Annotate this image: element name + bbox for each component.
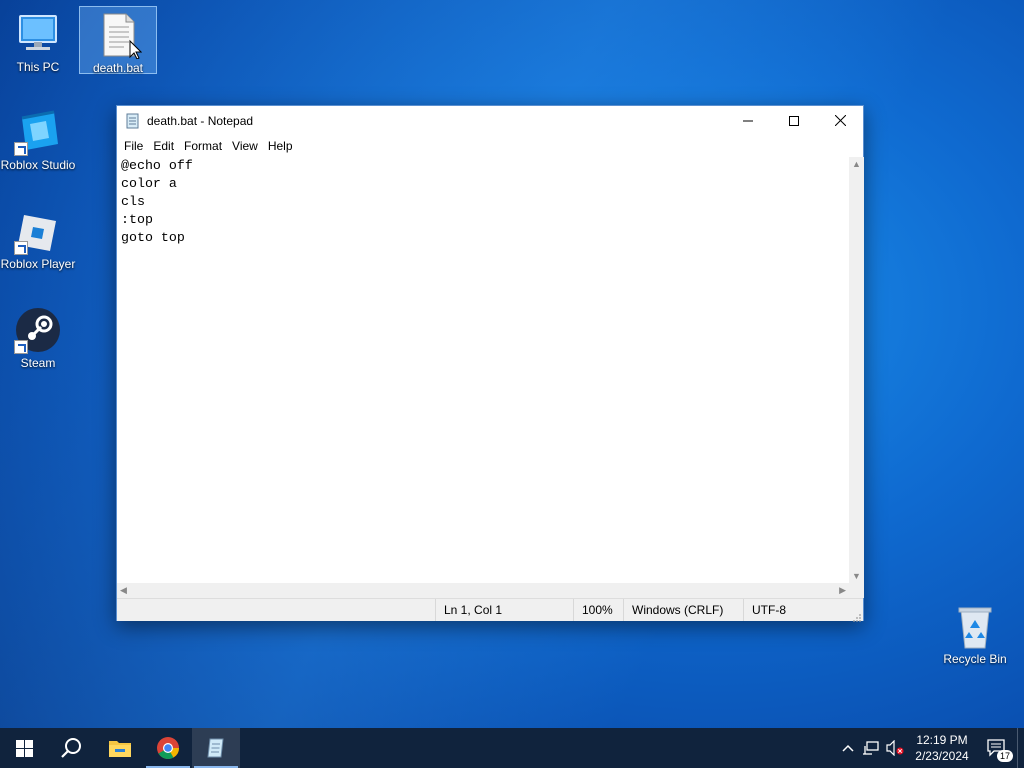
clock-date: 2/23/2024 bbox=[915, 749, 969, 763]
roblox-player-icon bbox=[14, 207, 62, 255]
desktop-icon-label: Roblox Player bbox=[0, 257, 76, 271]
batch-file-icon bbox=[94, 11, 143, 60]
chrome-icon bbox=[157, 737, 179, 759]
taskbar: 12:19 PM 2/23/2024 17 bbox=[0, 728, 1024, 768]
menu-view[interactable]: View bbox=[227, 135, 263, 157]
scroll-left-icon[interactable]: ◀ bbox=[120, 585, 127, 596]
menu-help[interactable]: Help bbox=[263, 135, 298, 157]
shortcut-arrow-icon bbox=[14, 340, 28, 354]
search-icon bbox=[61, 738, 81, 758]
status-bar: Ln 1, Col 1 100% Windows (CRLF) UTF-8 bbox=[117, 598, 863, 622]
vertical-scrollbar[interactable]: ▲ ▼ bbox=[849, 157, 864, 583]
clock-time: 12:19 PM bbox=[916, 733, 968, 747]
editor-line: cls bbox=[121, 194, 145, 209]
scroll-right-icon[interactable]: ▶ bbox=[839, 585, 846, 596]
close-icon bbox=[834, 115, 846, 126]
shortcut-arrow-icon bbox=[14, 241, 28, 255]
desktop-icon-label: Roblox Studio bbox=[0, 158, 76, 172]
steam-icon bbox=[14, 306, 62, 354]
menu-format[interactable]: Format bbox=[179, 135, 227, 157]
desktop-icon-label: Recycle Bin bbox=[943, 652, 1007, 666]
status-zoom: 100% bbox=[573, 599, 623, 621]
recycle-bin-icon bbox=[951, 602, 999, 650]
editor-line: @echo off bbox=[121, 158, 193, 173]
windows-logo-icon bbox=[15, 739, 33, 757]
show-hidden-icons-button[interactable] bbox=[837, 728, 859, 768]
close-button[interactable] bbox=[817, 106, 863, 135]
volume-muted-icon bbox=[886, 740, 904, 756]
resize-grip-icon[interactable] bbox=[853, 611, 861, 622]
menu-bar: File Edit Format View Help bbox=[117, 135, 863, 157]
status-line-ending: Windows (CRLF) bbox=[623, 599, 743, 621]
desktop-icon-steam[interactable]: Steam bbox=[0, 302, 76, 370]
desktop-icon-roblox-studio[interactable]: Roblox Studio bbox=[0, 104, 76, 172]
notepad-window[interactable]: death.bat - Notepad File Edit Format Vie… bbox=[116, 105, 864, 622]
roblox-studio-icon bbox=[14, 108, 62, 156]
menu-edit[interactable]: Edit bbox=[148, 135, 179, 157]
desktop-icon-label: This PC bbox=[16, 60, 60, 74]
desktop-icon-this-pc[interactable]: This PC bbox=[0, 6, 76, 74]
clock[interactable]: 12:19 PM 2/23/2024 bbox=[907, 732, 977, 764]
action-center-button[interactable]: 17 bbox=[977, 728, 1017, 768]
desktop-icon-label: death.bat bbox=[92, 61, 144, 75]
text-editor[interactable]: @echo off color a cls :top goto top bbox=[117, 157, 849, 583]
status-encoding: UTF-8 bbox=[743, 599, 848, 621]
scroll-down-icon[interactable]: ▼ bbox=[852, 571, 861, 581]
horizontal-scrollbar[interactable]: ◀ ▶ bbox=[117, 583, 849, 598]
notepad-icon bbox=[207, 738, 224, 758]
show-desktop-button[interactable] bbox=[1017, 728, 1024, 768]
minimize-icon bbox=[743, 120, 753, 121]
network-icon bbox=[863, 741, 879, 755]
title-bar[interactable]: death.bat - Notepad bbox=[117, 106, 863, 135]
minimize-button[interactable] bbox=[725, 106, 771, 135]
desktop-icon-death-bat[interactable]: death.bat bbox=[79, 6, 157, 75]
menu-file[interactable]: File bbox=[119, 135, 148, 157]
chevron-up-icon bbox=[842, 744, 854, 752]
scrollbar-corner bbox=[849, 583, 864, 598]
window-title: death.bat - Notepad bbox=[147, 113, 254, 128]
notepad-icon bbox=[125, 113, 141, 129]
volume-button[interactable] bbox=[883, 728, 907, 768]
folder-icon bbox=[109, 741, 131, 757]
monitor-icon bbox=[14, 10, 62, 58]
file-explorer-button[interactable] bbox=[96, 728, 144, 768]
start-button[interactable] bbox=[0, 728, 48, 768]
editor-line: :top bbox=[121, 212, 153, 227]
status-cursor-position: Ln 1, Col 1 bbox=[435, 599, 573, 621]
notepad-taskbar-button[interactable] bbox=[192, 728, 240, 768]
desktop-icon-recycle-bin[interactable]: Recycle Bin bbox=[937, 598, 1013, 666]
maximize-button[interactable] bbox=[771, 106, 817, 135]
shortcut-arrow-icon bbox=[14, 142, 28, 156]
notification-count-badge: 17 bbox=[996, 750, 1013, 762]
chrome-button[interactable] bbox=[144, 728, 192, 768]
system-tray: 12:19 PM 2/23/2024 17 bbox=[837, 728, 1024, 768]
maximize-icon bbox=[789, 115, 799, 126]
desktop-icon-roblox-player[interactable]: Roblox Player bbox=[0, 203, 76, 271]
network-button[interactable] bbox=[859, 728, 883, 768]
desktop-icon-label: Steam bbox=[20, 356, 56, 370]
scroll-up-icon[interactable]: ▲ bbox=[852, 159, 861, 169]
editor-line: color a bbox=[121, 176, 177, 191]
search-button[interactable] bbox=[48, 728, 96, 768]
editor-line: goto top bbox=[121, 230, 185, 245]
